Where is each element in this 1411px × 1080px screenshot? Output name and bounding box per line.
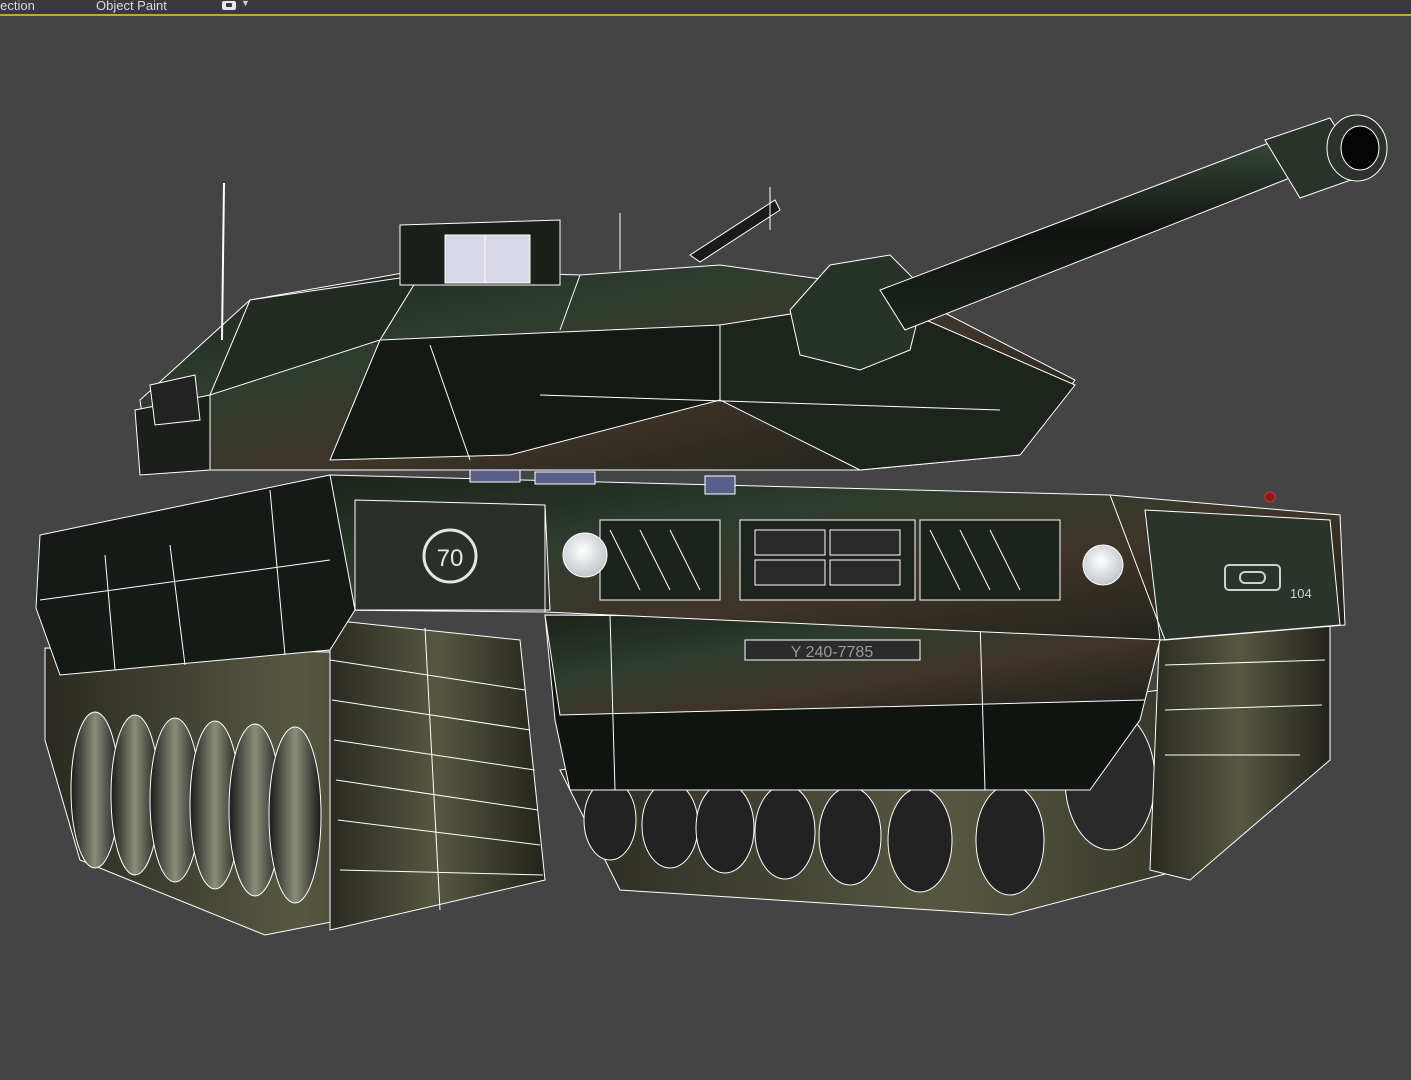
tank-wireframe-render: 70 Y 240-7785 104 [35,114,1388,936]
turret-marking-text: 70 [437,545,464,572]
app-window: election Object Paint ▼ [0,0,1411,1080]
side-skirt [35,474,356,676]
gun-barrel [879,134,1311,331]
ribbon-toolbar: election Object Paint ▼ [0,0,1411,16]
chevron-down-icon: ▼ [241,0,250,8]
roof-mg [689,199,781,263]
side-number-text: 104 [1290,586,1312,601]
hull-vents [599,519,1061,601]
ribbon-dropdown[interactable]: ▼ [222,0,252,12]
panel-toggle-icon [222,1,236,10]
tab-object-paint[interactable]: Object Paint [96,0,167,13]
left-track-front [329,619,546,931]
left-headlight [562,532,608,578]
viewport-perspective[interactable]: 70 Y 240-7785 104 [0,16,1411,1080]
hull-plate-text: Y 240-7785 [791,644,874,661]
tab-selection[interactable]: election [0,0,35,13]
right-track-front [1149,619,1331,881]
commander-periscope [399,219,561,286]
antenna-left [221,182,225,341]
right-headlight [1082,544,1124,586]
